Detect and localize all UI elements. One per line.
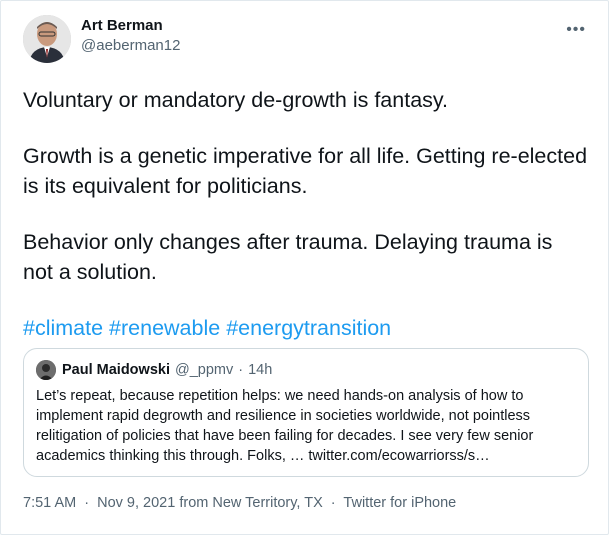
author-handle[interactable]: @aeberman12: [81, 36, 180, 56]
hashtag-renewable[interactable]: #renewable: [109, 316, 220, 340]
footer-separator-2: ·: [330, 495, 336, 511]
author-names: Art Berman @aeberman12: [81, 16, 180, 56]
tweet-source[interactable]: Twitter for iPhone: [343, 495, 456, 511]
tweet-time[interactable]: 7:51 AM: [23, 495, 76, 511]
avatar-image: [23, 15, 71, 63]
tweet-paragraph-3: Behavior only changes after trauma. Dela…: [23, 230, 553, 284]
more-icon[interactable]: •••: [566, 21, 586, 39]
tweet-header: Art Berman @aeberman12: [23, 15, 180, 63]
quoted-tweet-text: Let’s repeat, because repetition helps: …: [36, 388, 534, 464]
hashtags: #climate #renewable #energytransition: [23, 313, 588, 343]
avatar[interactable]: [23, 15, 71, 63]
quoted-avatar: [36, 360, 56, 380]
tweet-paragraph-1: Voluntary or mandatory de-growth is fant…: [23, 88, 449, 112]
tweet-footer: 7:51 AM · Nov 9, 2021 from New Territory…: [23, 493, 456, 513]
hashtag-energytransition[interactable]: #energytransition: [226, 316, 391, 340]
quoted-author-handle: @_ppmv: [174, 362, 234, 378]
footer-separator: ·: [84, 495, 90, 511]
quoted-separator: ·: [238, 362, 244, 378]
quoted-tweet-header: Paul Maidowski @_ppmv · 14h: [36, 360, 576, 380]
tweet-date[interactable]: Nov 9, 2021: [97, 495, 175, 511]
hashtag-climate[interactable]: #climate: [23, 316, 103, 340]
quoted-author-name: Paul Maidowski: [62, 362, 170, 378]
tweet-paragraph-2: Growth is a genetic imperative for all l…: [23, 144, 588, 198]
tweet-body: Voluntary or mandatory de-growth is fant…: [23, 85, 588, 369]
quoted-avatar-image: [36, 360, 56, 380]
author-name[interactable]: Art Berman: [81, 16, 180, 36]
quoted-tweet[interactable]: Paul Maidowski @_ppmv · 14h Let’s repeat…: [23, 348, 589, 477]
quoted-time: 14h: [248, 362, 273, 378]
tweet-card: Art Berman @aeberman12 ••• Voluntary or …: [0, 0, 609, 535]
tweet-location[interactable]: from New Territory, TX: [179, 495, 322, 511]
